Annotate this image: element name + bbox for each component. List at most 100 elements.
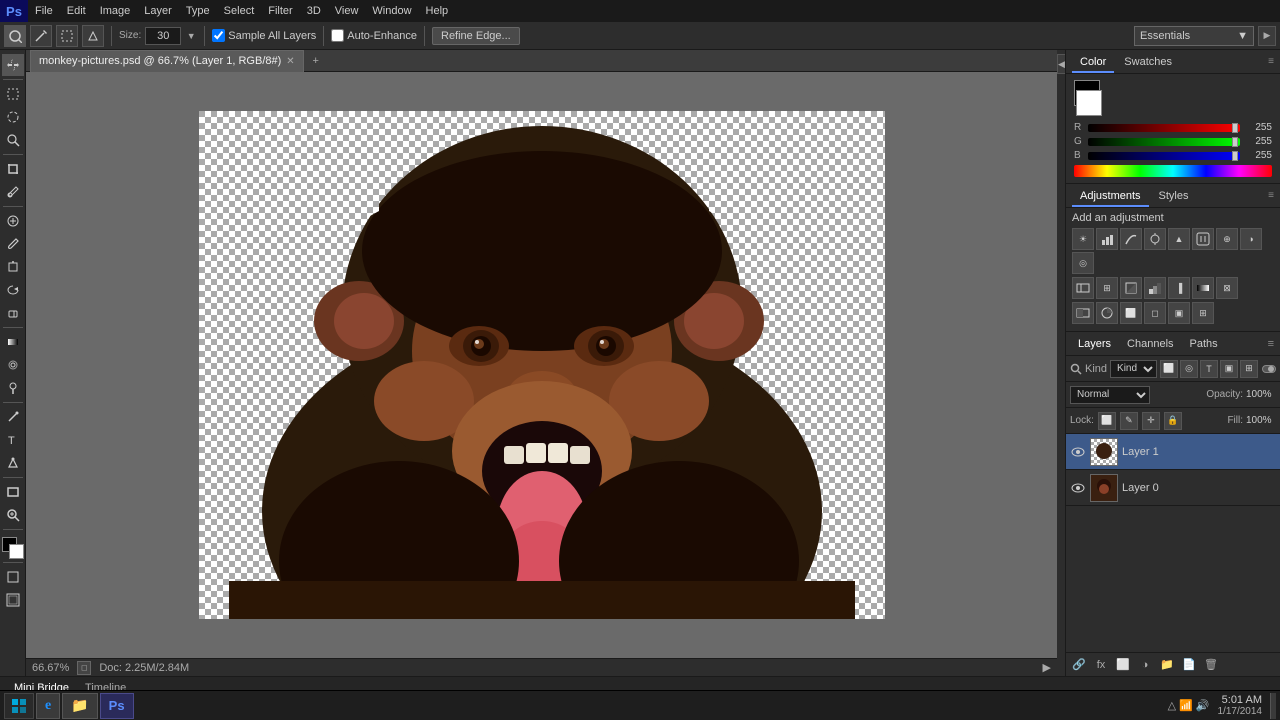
menu-view[interactable]: View bbox=[328, 0, 366, 22]
layer-item-1[interactable]: Layer 1 bbox=[1066, 434, 1280, 470]
adj-levels[interactable] bbox=[1096, 228, 1118, 250]
change-screen-mode[interactable] bbox=[2, 589, 24, 611]
tab-styles[interactable]: Styles bbox=[1151, 185, 1197, 207]
sample-all-layers-checkbox[interactable] bbox=[212, 29, 225, 42]
menu-layer[interactable]: Layer bbox=[137, 0, 179, 22]
tab-layers[interactable]: Layers bbox=[1072, 333, 1117, 355]
blend-mode-dropdown[interactable]: Normal bbox=[1070, 386, 1150, 404]
taskbar-ps[interactable]: Ps bbox=[100, 693, 134, 719]
clone-stamp-tool[interactable] bbox=[2, 256, 24, 278]
crop-tool[interactable] bbox=[2, 158, 24, 180]
layer-adj-btn[interactable]: ◑ bbox=[1136, 656, 1154, 674]
proof-colors-btn[interactable]: ◻ bbox=[77, 661, 91, 675]
tab-paths[interactable]: Paths bbox=[1184, 333, 1224, 355]
new-tab-button[interactable]: + bbox=[308, 51, 324, 71]
filter-toggle[interactable] bbox=[1260, 360, 1278, 378]
document-tab[interactable]: monkey-pictures.psd @ 66.7% (Layer 1, RG… bbox=[30, 50, 304, 72]
adj-channelmixer[interactable] bbox=[1072, 277, 1094, 299]
history-brush-tool[interactable] bbox=[2, 279, 24, 301]
auto-enhance-checkbox[interactable] bbox=[331, 29, 344, 42]
filter-smart[interactable]: ⊞ bbox=[1240, 360, 1258, 378]
fg-bg-colors[interactable] bbox=[2, 537, 24, 559]
filter-shape[interactable]: ▣ bbox=[1220, 360, 1238, 378]
move-tool[interactable] bbox=[2, 54, 24, 76]
lock-position[interactable]: ✛ bbox=[1142, 412, 1160, 430]
pen-tool[interactable] bbox=[2, 406, 24, 428]
b-slider[interactable] bbox=[1088, 152, 1240, 160]
menu-window[interactable]: Window bbox=[365, 0, 418, 22]
tool-btn-4[interactable] bbox=[82, 25, 104, 47]
adj-curves[interactable] bbox=[1120, 228, 1142, 250]
taskbar-explorer[interactable]: 📁 bbox=[62, 693, 97, 719]
healing-brush-tool[interactable] bbox=[2, 210, 24, 232]
menu-select[interactable]: Select bbox=[217, 0, 262, 22]
b-slider-handle[interactable] bbox=[1232, 151, 1238, 161]
screen-mode-btn[interactable] bbox=[2, 566, 24, 588]
show-desktop-btn[interactable] bbox=[1270, 693, 1276, 719]
adj-vibrance[interactable]: ▲ bbox=[1168, 228, 1190, 250]
layer-link-btn[interactable]: 🔗 bbox=[1070, 656, 1088, 674]
menu-type[interactable]: Type bbox=[179, 0, 217, 22]
color-fg-bg-box[interactable] bbox=[1074, 80, 1110, 116]
tab-channels[interactable]: Channels bbox=[1121, 333, 1179, 355]
filter-dropdown[interactable]: Kind bbox=[1110, 360, 1157, 378]
adj-vib-mask[interactable]: ▣ bbox=[1168, 302, 1190, 324]
layer-mask-btn[interactable]: ⬜ bbox=[1114, 656, 1132, 674]
essentials-dropdown[interactable]: Essentials ▼ bbox=[1134, 26, 1254, 46]
path-selection-tool[interactable] bbox=[2, 452, 24, 474]
layer-1-visibility[interactable] bbox=[1070, 444, 1086, 460]
refine-edge-button[interactable]: Refine Edge... bbox=[432, 27, 520, 45]
tab-swatches[interactable]: Swatches bbox=[1116, 51, 1180, 73]
adj-posterize[interactable] bbox=[1144, 277, 1166, 299]
g-slider-handle[interactable] bbox=[1232, 137, 1238, 147]
adj-bright-mask[interactable] bbox=[1072, 302, 1094, 324]
adj-invert[interactable] bbox=[1120, 277, 1142, 299]
menu-3d[interactable]: 3D bbox=[300, 0, 328, 22]
brush-size-input[interactable]: 30 bbox=[145, 27, 181, 45]
background-color-swatch[interactable] bbox=[1076, 90, 1102, 116]
adj-photofilt[interactable]: ◎ bbox=[1072, 252, 1094, 274]
search-button[interactable]: ▶ bbox=[1258, 26, 1276, 46]
color-spectrum[interactable] bbox=[1074, 165, 1272, 177]
adj-gradient-map[interactable] bbox=[1192, 277, 1214, 299]
adj-panel-close[interactable]: ≡ bbox=[1268, 190, 1274, 201]
adj-hsl[interactable] bbox=[1192, 228, 1214, 250]
adj-curves-mask[interactable]: ⬜ bbox=[1120, 302, 1142, 324]
layer-0-visibility[interactable] bbox=[1070, 480, 1086, 496]
g-slider[interactable] bbox=[1088, 138, 1240, 146]
filter-type-layer[interactable]: T bbox=[1200, 360, 1218, 378]
adj-colorbalance[interactable]: ⊕ bbox=[1216, 228, 1238, 250]
status-arrow[interactable]: ▶ bbox=[1043, 661, 1051, 674]
r-slider[interactable] bbox=[1088, 124, 1240, 132]
menu-edit[interactable]: Edit bbox=[60, 0, 93, 22]
rectangular-marquee-tool[interactable] bbox=[2, 83, 24, 105]
taskbar-ie[interactable]: e bbox=[36, 693, 60, 719]
menu-filter[interactable]: Filter bbox=[261, 0, 299, 22]
canvas-wrapper[interactable] bbox=[26, 72, 1057, 658]
filter-adjust[interactable]: ◎ bbox=[1180, 360, 1198, 378]
lock-image-pixels[interactable]: ✎ bbox=[1120, 412, 1138, 430]
brush-tool[interactable] bbox=[2, 233, 24, 255]
eraser-tool[interactable] bbox=[2, 302, 24, 324]
adj-exposure[interactable] bbox=[1144, 228, 1166, 250]
doc-tab-close[interactable]: ✕ bbox=[286, 56, 294, 67]
filter-pixel[interactable]: ⬜ bbox=[1160, 360, 1178, 378]
adj-exp-mask[interactable]: ◻ bbox=[1144, 302, 1166, 324]
layer-new-btn[interactable]: 📄 bbox=[1180, 656, 1198, 674]
menu-help[interactable]: Help bbox=[419, 0, 456, 22]
zoom-tool[interactable] bbox=[2, 504, 24, 526]
adj-lev-mask[interactable] bbox=[1096, 302, 1118, 324]
lock-all[interactable]: 🔒 bbox=[1164, 412, 1182, 430]
adj-selectivecolor[interactable]: ⊠ bbox=[1216, 277, 1238, 299]
adj-brightness[interactable]: ☀ bbox=[1072, 228, 1094, 250]
tab-color[interactable]: Color bbox=[1072, 51, 1114, 73]
brush-size-dropdown[interactable]: ▼ bbox=[185, 27, 197, 45]
gradient-tool[interactable] bbox=[2, 331, 24, 353]
adj-grid[interactable]: ⊞ bbox=[1192, 302, 1214, 324]
text-tool[interactable]: T bbox=[2, 429, 24, 451]
lock-transparent-pixels[interactable]: ⬜ bbox=[1098, 412, 1116, 430]
layer-delete-btn[interactable]: 🗑 bbox=[1202, 656, 1220, 674]
rectangle-tool[interactable] bbox=[2, 481, 24, 503]
layers-panel-menu[interactable]: ≡ bbox=[1268, 338, 1274, 350]
lasso-tool[interactable] bbox=[2, 106, 24, 128]
